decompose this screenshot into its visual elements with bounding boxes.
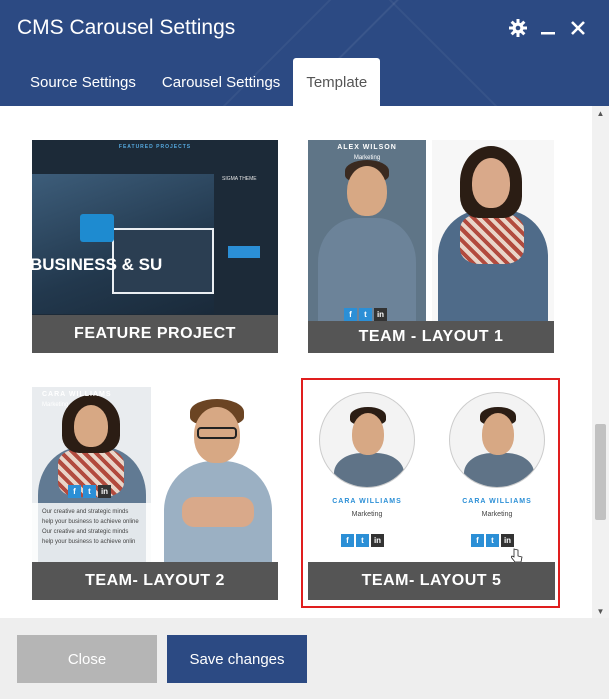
person-glasses [197,427,237,439]
template-card-label: FEATURE PROJECT [32,315,278,353]
tab-bar: Source Settings Carousel Settings Templa… [17,58,381,106]
member-bio: Our creative and strategic minds help yo… [32,503,151,563]
member-avatar [319,392,415,488]
tab-template[interactable]: Template [293,58,381,106]
dialog-footer: Close Save changes [0,618,609,699]
twitter-icon: t [359,308,372,321]
facebook-icon: f [68,485,81,498]
person-head [352,413,384,455]
person-body [464,453,534,487]
member-name: ALEX WILSON [337,144,397,151]
preview-side-title: SIGMA THEME [222,176,257,182]
save-changes-button[interactable]: Save changes [167,635,307,683]
tab-source-settings[interactable]: Source Settings [17,58,149,106]
member-name-strip: ALEX WILSON Marketing [308,144,426,161]
template-gallery: FEATURED PROJECTS BUSINESS & SU SIGMA TH… [0,106,609,618]
member-photo [432,140,554,322]
minimize-icon[interactable] [536,14,560,42]
template-card-label: TEAM - LAYOUT 1 [308,321,554,353]
social-links: f t in [471,534,514,547]
member-role: Marketing [42,402,69,408]
person-head [472,158,510,208]
preview-logo [80,214,114,242]
template-card-feature-project[interactable]: FEATURED PROJECTS BUSINESS & SU SIGMA TH… [32,140,278,353]
member-role: Marketing [353,155,381,161]
preview-hero-text: BUSINESS & SU [32,255,163,274]
dialog-title: CMS Carousel Settings [17,16,236,39]
member-name: CARA WILLIAMS [332,498,402,505]
dialog-header: CMS Carousel Settings Source Settings Ca… [0,0,609,106]
tab-carousel-settings[interactable]: Carousel Settings [149,58,293,106]
member-role: Marketing [481,511,513,518]
content-scrollbar[interactable]: ▲ ▼ [592,106,609,618]
member-name-strip: CARA WILLIAMS Marketing [32,391,151,408]
person-head [482,413,514,455]
template-card-team-layout-5[interactable]: CARA WILLIAMS Marketing CARA WILLIAMS Ma… [301,378,560,608]
close-icon[interactable] [566,14,590,42]
close-button[interactable]: Close [17,635,157,683]
person-head [347,166,387,216]
template-card-label: TEAM- LAYOUT 2 [32,562,278,600]
member-photo: CARA WILLIAMS Marketing f t in Our creat… [32,387,151,563]
facebook-icon: f [344,308,357,321]
member-avatar [449,392,545,488]
linkedin-icon: in [98,485,111,498]
linkedin-icon: in [501,534,514,547]
template-card-team-layout-2[interactable]: CARA WILLIAMS Marketing f t in Our creat… [32,387,278,600]
scroll-down-arrow-icon[interactable]: ▼ [592,604,609,618]
template-card-label: TEAM- LAYOUT 5 [308,562,555,600]
member-photo: ALEX WILSON Marketing f t in [308,140,426,322]
linkedin-icon: in [371,534,384,547]
scroll-up-arrow-icon[interactable]: ▲ [592,106,609,120]
member-name: CARA WILLIAMS [42,391,112,398]
social-links: f t in [344,308,387,321]
preview-button [228,246,260,258]
linkedin-icon: in [374,308,387,321]
social-links: f t in [341,534,384,547]
person-arms [182,497,254,527]
member-photo [158,387,278,563]
facebook-icon: f [341,534,354,547]
member-role: Marketing [351,511,383,518]
preview-heading: FEATURED PROJECTS [118,144,192,150]
twitter-icon: t [486,534,499,547]
twitter-icon: t [83,485,96,498]
twitter-icon: t [356,534,369,547]
social-links: f t in [68,485,111,498]
facebook-icon: f [471,534,484,547]
person-scarf [460,214,524,264]
gear-icon[interactable] [506,14,530,42]
person-head [74,405,108,447]
member-name: CARA WILLIAMS [462,498,532,505]
scrollbar-thumb[interactable] [595,424,606,520]
person-body [334,453,404,487]
person-body [318,218,416,322]
template-card-team-layout-1[interactable]: ALEX WILSON Marketing f t in TEAM - LAYO… [308,140,554,353]
